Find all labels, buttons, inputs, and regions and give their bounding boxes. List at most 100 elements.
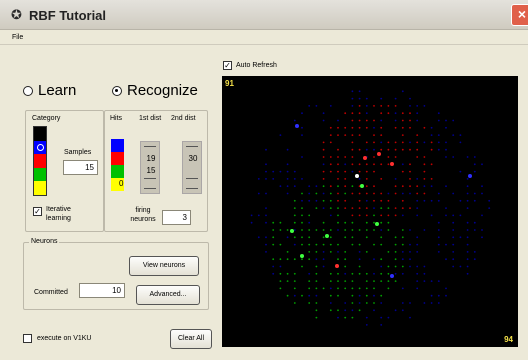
neuron-dot <box>358 192 361 195</box>
neuron-dot <box>373 148 375 151</box>
category-swatch[interactable] <box>34 127 46 141</box>
neuron-dot <box>279 185 282 188</box>
neuron-dot <box>358 134 361 136</box>
neuron-dot <box>301 265 303 268</box>
neuron-dot <box>365 302 368 304</box>
learn-radio[interactable]: Learn <box>23 82 76 99</box>
neuron-dot <box>308 192 311 195</box>
recognize-radio[interactable]: Recognize <box>112 82 198 99</box>
neuron-dot <box>358 178 361 180</box>
neuron-dot <box>365 236 368 239</box>
neuron-dot <box>351 192 354 195</box>
neuron-dot <box>365 126 368 129</box>
neuron-dot <box>466 185 469 188</box>
category-swatch[interactable] <box>34 154 46 168</box>
neuron-dot <box>394 243 397 246</box>
neuron-dot <box>409 207 411 210</box>
category-swatch[interactable] <box>34 140 46 155</box>
neuron-dot <box>272 236 275 239</box>
neuron-dot <box>351 185 354 188</box>
neuron-dot <box>337 316 339 319</box>
neuron-dot <box>466 178 469 180</box>
neuron-dot <box>337 243 339 246</box>
category-selector[interactable] <box>33 126 47 196</box>
neuron-dot <box>322 192 325 195</box>
view-neurons-button[interactable]: View neurons <box>129 256 199 276</box>
neuron-dot <box>387 272 390 275</box>
neuron-dot <box>322 287 325 290</box>
neuron-dot <box>401 229 404 231</box>
neuron-dot <box>301 294 303 297</box>
firing-field[interactable]: 3 <box>162 210 191 225</box>
neuron-dot <box>409 229 411 231</box>
neuron-dot <box>452 258 455 261</box>
clear-all-button[interactable]: Clear All <box>170 329 212 349</box>
samples-field[interactable]: 15 <box>63 160 98 175</box>
neuron-dot <box>365 221 368 224</box>
neuron-dot <box>293 258 296 261</box>
neuron-dot <box>473 258 476 261</box>
neuron-dot <box>322 163 325 166</box>
neuron-dot <box>380 199 383 202</box>
neuron-dot <box>257 236 260 239</box>
neuron-dot <box>351 243 354 246</box>
neuron-dot <box>329 236 332 239</box>
close-button[interactable]: × <box>511 4 528 26</box>
neuron-dot <box>423 170 426 173</box>
neuron-dot <box>365 214 368 217</box>
neuron-dot <box>286 229 289 231</box>
neuron-dot <box>337 229 339 231</box>
neuron-dot <box>265 243 267 246</box>
neuron-dot <box>337 207 339 210</box>
neuron-dot <box>437 134 440 136</box>
neuron-dot <box>301 236 303 239</box>
auto-refresh-checkbox[interactable]: ✓ <box>223 61 232 70</box>
neuron-dot <box>351 221 354 224</box>
neuron-dot <box>329 214 332 217</box>
neuron-dot <box>358 258 361 261</box>
neuron-dot <box>481 192 483 195</box>
iterative-checkbox[interactable]: ✓ <box>33 207 42 216</box>
neuron-dot <box>387 156 390 158</box>
neuron-dot <box>481 229 483 231</box>
neuron-dot <box>344 163 347 166</box>
dist2-slider[interactable]: 30 <box>182 141 202 194</box>
neuron-dot <box>481 185 483 188</box>
dist2-value: 30 <box>188 154 198 163</box>
neuron-map-canvas[interactable]: 91 94 <box>222 76 518 347</box>
category-swatch[interactable] <box>34 181 46 195</box>
iterative-label: Iterative learning <box>46 206 71 222</box>
menu-file[interactable]: File <box>12 34 23 41</box>
neuron-dot <box>387 229 390 231</box>
neuron-dot <box>265 148 267 151</box>
neuron-dot <box>301 221 303 224</box>
neuron-dot <box>337 192 339 195</box>
active-neuron-dot <box>325 234 329 238</box>
neuron-dot <box>358 199 361 202</box>
neuron-dot <box>308 185 311 188</box>
neuron-dot <box>488 199 491 202</box>
neuron-dot <box>373 229 375 231</box>
active-neuron-dot <box>390 274 394 278</box>
neuron-dot <box>337 170 339 173</box>
advanced-button[interactable]: Advanced... <box>136 285 200 305</box>
neuron-dot <box>265 170 267 173</box>
neuron-dot <box>351 280 354 282</box>
neuron-dot <box>358 302 361 304</box>
neuron-dot <box>380 221 383 224</box>
neuron-dot <box>466 229 469 231</box>
dist1-slider[interactable]: 19 15 <box>140 141 160 194</box>
category-swatch[interactable] <box>34 167 46 182</box>
active-neuron-dot <box>375 222 379 226</box>
neuron-dot <box>358 265 361 268</box>
neuron-dot <box>344 287 347 290</box>
neuron-dot <box>409 105 411 107</box>
execute-checkbox[interactable] <box>23 334 32 343</box>
neuron-dot <box>358 294 361 297</box>
neuron-dot <box>430 148 433 151</box>
neuron-dot <box>401 192 404 195</box>
committed-field[interactable]: 10 <box>79 283 125 298</box>
neuron-dot <box>437 199 440 202</box>
neuron-dot <box>430 199 433 202</box>
neuron-dot <box>401 258 404 261</box>
